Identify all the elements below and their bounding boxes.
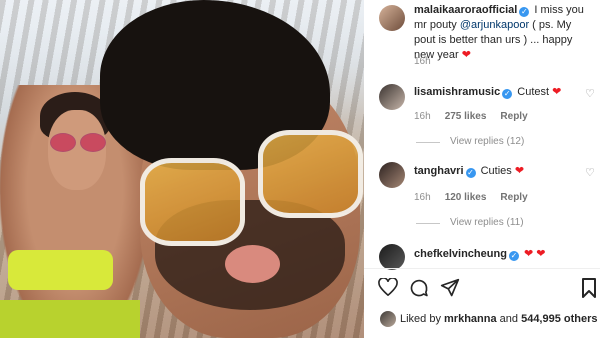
bookmark-icon[interactable] bbox=[582, 278, 596, 302]
comment-2-time: 16h bbox=[414, 192, 431, 203]
comment-2-reply[interactable]: Reply bbox=[500, 192, 527, 203]
comment-2-likes[interactable]: 120 likes bbox=[445, 192, 487, 203]
comment-1-like-icon[interactable]: ♡ bbox=[585, 87, 595, 100]
comment-1: lisamishramusic ✓ Cutest ❤ bbox=[414, 85, 561, 100]
comment-1-likes[interactable]: 275 likes bbox=[445, 111, 487, 122]
photo-man-pout bbox=[225, 245, 280, 283]
comment-2-emoji: ❤ bbox=[514, 165, 525, 177]
view-replies-line bbox=[416, 142, 440, 143]
comment-avatar[interactable] bbox=[379, 244, 405, 270]
comment-2-meta: 16h 120 likes Reply bbox=[414, 192, 528, 203]
photo-man bbox=[100, 0, 364, 338]
actions-divider bbox=[364, 268, 600, 269]
likes-count[interactable]: 544,995 others bbox=[521, 313, 597, 325]
verified-badge-icon: ✓ bbox=[502, 89, 513, 99]
comment-1-view-replies[interactable]: View replies (12) bbox=[450, 136, 524, 147]
comment-3-emoji: ❤ ❤ bbox=[523, 248, 546, 260]
caption-mention-link[interactable]: @arjunkapoor bbox=[460, 19, 529, 31]
likes-prefix: Liked by bbox=[400, 313, 445, 325]
comment-1-emoji: ❤ bbox=[552, 86, 562, 98]
paper-plane-icon[interactable] bbox=[440, 278, 460, 302]
liked-by-avatar[interactable] bbox=[380, 311, 396, 327]
verified-badge-icon: ✓ bbox=[465, 168, 476, 178]
comment-1-username[interactable]: lisamishramusic bbox=[414, 86, 500, 98]
view-replies-line bbox=[416, 223, 440, 224]
comment-1-text: Cutest bbox=[517, 86, 553, 98]
caption: malaikaaroraofficial ✓ I miss you mr pout… bbox=[414, 3, 594, 63]
comment-1-meta: 16h 275 likes Reply bbox=[414, 111, 528, 122]
post-photo[interactable] bbox=[0, 0, 364, 338]
comment-2-text: Cuties bbox=[480, 165, 515, 177]
verified-badge-icon: ✓ bbox=[519, 7, 530, 17]
comment-3: chefkelvincheung ✓ ❤ ❤ bbox=[414, 247, 545, 262]
author-avatar[interactable] bbox=[379, 5, 405, 31]
comment-1-time: 16h bbox=[414, 111, 431, 122]
likes-middle: and bbox=[496, 313, 522, 325]
comment-avatar[interactable] bbox=[379, 162, 405, 188]
comment-bubble-icon[interactable] bbox=[409, 278, 429, 302]
heart-outline-icon[interactable] bbox=[378, 277, 398, 300]
comment-2: tanghavri ✓ Cuties ❤ bbox=[414, 164, 524, 179]
likes-user[interactable]: mrkhanna bbox=[444, 313, 497, 325]
likes-summary[interactable]: Liked by mrkhanna and 544,995 others bbox=[400, 313, 598, 325]
caption-heart-emoji: ❤ bbox=[461, 49, 471, 61]
verified-badge-icon: ✓ bbox=[508, 251, 519, 261]
comment-2-view-replies[interactable]: View replies (11) bbox=[450, 217, 524, 228]
comment-1-reply[interactable]: Reply bbox=[500, 111, 527, 122]
photo-man-sunglasses bbox=[140, 130, 363, 246]
caption-time: 16h bbox=[414, 56, 431, 67]
photo-bikini-top bbox=[8, 250, 113, 290]
comment-2-like-icon[interactable]: ♡ bbox=[585, 166, 595, 179]
comment-2-username[interactable]: tanghavri bbox=[414, 165, 464, 177]
caption-username[interactable]: malaikaaroraofficial bbox=[414, 4, 517, 16]
comment-3-username[interactable]: chefkelvincheung bbox=[414, 248, 507, 260]
comment-avatar[interactable] bbox=[379, 84, 405, 110]
photo-woman-sunglasses bbox=[50, 133, 106, 152]
